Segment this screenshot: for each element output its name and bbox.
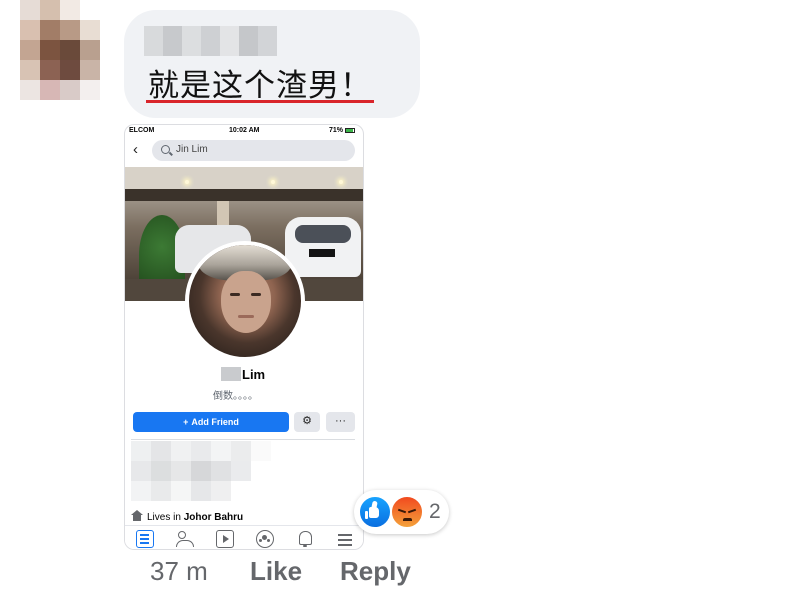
angry-icon (390, 495, 424, 529)
more-options-button[interactable]: ··· (326, 412, 355, 432)
house-icon (131, 510, 143, 521)
battery-icon (345, 128, 355, 133)
back-arrow-icon[interactable]: ‹ (133, 141, 138, 158)
search-icon (161, 145, 170, 154)
reactions-pill[interactable]: 2 (354, 490, 449, 534)
search-row: ‹ Jin Lim (125, 139, 363, 163)
profile-name: Lim (221, 367, 265, 382)
divider (131, 439, 355, 440)
profile-picture (185, 241, 305, 361)
profile-bio: 倒数。。。。 (213, 391, 258, 402)
comment-underline (146, 100, 374, 103)
news-feed-icon[interactable] (136, 530, 154, 548)
add-person-icon: + (183, 417, 189, 427)
like-button[interactable]: Like (250, 556, 302, 587)
comment-text: 就是这个渣男！ (148, 68, 372, 104)
notifications-bell-icon[interactable] (296, 530, 314, 548)
profile-name-blurred (221, 367, 241, 381)
menu-icon[interactable] (336, 530, 354, 548)
blurred-info-block (131, 441, 271, 501)
search-input[interactable]: Jin Lim (152, 140, 355, 161)
attached-screenshot[interactable]: ELCOM 10:02 AM 71% ‹ Jin Lim Lim 倒数。。。。 … (124, 124, 364, 550)
watch-icon[interactable] (216, 530, 234, 548)
phone-status-bar: ELCOM 10:02 AM 71% (125, 125, 363, 137)
avatar[interactable] (20, 0, 100, 100)
bottom-tab-bar (125, 525, 363, 549)
commenter-name-blurred[interactable] (144, 26, 277, 56)
groups-icon[interactable] (256, 530, 274, 548)
status-battery: 71% (328, 127, 343, 134)
gear-icon: ⚙ (302, 415, 312, 427)
settings-button[interactable]: ⚙ (294, 412, 320, 432)
add-friend-button[interactable]: + Add Friend (133, 412, 289, 432)
comment-bubble: 就是这个渣男！ (124, 10, 420, 118)
comment-timestamp[interactable]: 37 m (150, 556, 208, 587)
status-time: 10:02 AM (229, 127, 260, 134)
reply-button[interactable]: Reply (340, 556, 411, 587)
status-carrier: ELCOM (129, 127, 155, 134)
lives-in-row: Lives in Johor Bahru (131, 510, 243, 523)
search-query: Jin Lim (176, 144, 208, 155)
friends-icon[interactable] (176, 530, 194, 548)
reaction-count: 2 (429, 500, 441, 523)
like-icon (358, 495, 392, 529)
